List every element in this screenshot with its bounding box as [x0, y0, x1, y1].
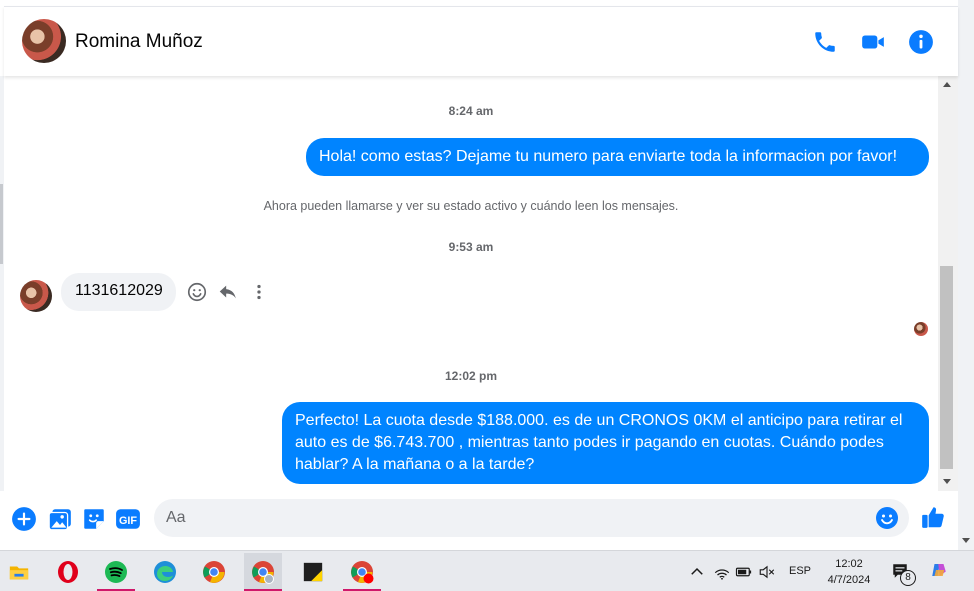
copilot-icon[interactable]	[930, 561, 952, 583]
scroll-down-arrow-icon[interactable]	[943, 479, 951, 484]
scroll-up-arrow-icon[interactable]	[943, 82, 951, 87]
chrome-notification-icon[interactable]	[343, 553, 381, 591]
message-list[interactable]: 8:24 am Hola! como estas? Dejame tu nume…	[4, 76, 938, 491]
outer-scrollbar[interactable]	[958, 0, 974, 550]
message-text-line: Perfecto! La cuota desde $188.000. es de…	[295, 412, 903, 429]
more-options-icon[interactable]	[248, 281, 270, 303]
seen-avatar-icon	[914, 322, 928, 336]
clock-time: 12:02	[835, 558, 863, 570]
timestamp: 12:02 pm	[444, 369, 498, 383]
edge-icon[interactable]	[146, 553, 184, 591]
message-composer: GIF	[4, 491, 958, 546]
outer-scroll-down-icon[interactable]	[962, 538, 970, 543]
message-text-line: auto es de $6.743.700 , mientras tanto p…	[295, 434, 884, 451]
gif-icon[interactable]: GIF	[115, 506, 141, 532]
phone-icon[interactable]	[812, 29, 838, 55]
message-input-container[interactable]	[154, 499, 909, 537]
plus-icon[interactable]	[11, 506, 37, 532]
outgoing-message[interactable]: Perfecto! La cuota desde $188.000. es de…	[282, 402, 929, 484]
video-camera-icon[interactable]	[860, 29, 886, 55]
contact-avatar-small[interactable]	[20, 280, 52, 312]
emoji-icon[interactable]	[875, 506, 899, 530]
system-clock[interactable]: 12:02 4/7/2024	[818, 556, 880, 588]
spotify-icon[interactable]	[97, 553, 135, 591]
wifi-icon[interactable]	[713, 563, 731, 581]
file-explorer-icon[interactable]	[0, 553, 38, 591]
scroll-thumb[interactable]	[940, 266, 953, 469]
notification-badge: 8	[900, 570, 916, 586]
timestamp: 9:53 am	[448, 240, 494, 254]
image-icon[interactable]	[47, 506, 73, 532]
opera-icon[interactable]	[49, 553, 87, 591]
message-input[interactable]	[166, 508, 866, 528]
system-notice: Ahora pueden llamarse y ver su estado ac…	[263, 199, 679, 213]
windows-taskbar: ESP 12:02 4/7/2024 8	[0, 550, 974, 591]
chrome-profile-icon[interactable]	[244, 553, 282, 591]
contact-name[interactable]: Romina Muñoz	[75, 31, 203, 53]
battery-icon[interactable]	[735, 563, 753, 581]
language-indicator[interactable]: ESP	[789, 565, 811, 577]
sticker-icon[interactable]	[81, 506, 107, 532]
message-text-line: hablar? A la mañana o a la tarde?	[295, 456, 535, 473]
chrome-icon[interactable]	[195, 553, 233, 591]
volume-muted-icon[interactable]	[758, 563, 776, 581]
message-text: Hola! como estas? Dejame tu numero para …	[319, 148, 898, 165]
message-scrollbar[interactable]	[938, 76, 958, 491]
gif-label: GIF	[119, 515, 137, 527]
incoming-message[interactable]: 1131612029	[61, 273, 176, 311]
outgoing-message[interactable]: Hola! como estas? Dejame tu numero para …	[306, 138, 929, 176]
thumbs-up-icon[interactable]	[920, 504, 946, 530]
message-text: 1131612029	[75, 282, 163, 299]
timestamp: 8:24 am	[448, 104, 494, 118]
reply-icon[interactable]	[217, 281, 239, 303]
sticky-notes-icon[interactable]	[294, 553, 332, 591]
react-icon[interactable]	[186, 281, 208, 303]
contact-avatar[interactable]	[22, 19, 66, 63]
chevron-up-icon[interactable]	[688, 563, 706, 581]
info-icon[interactable]	[908, 29, 934, 55]
conversation-header: Romina Muñoz	[4, 6, 958, 76]
clock-date: 4/7/2024	[827, 574, 871, 586]
